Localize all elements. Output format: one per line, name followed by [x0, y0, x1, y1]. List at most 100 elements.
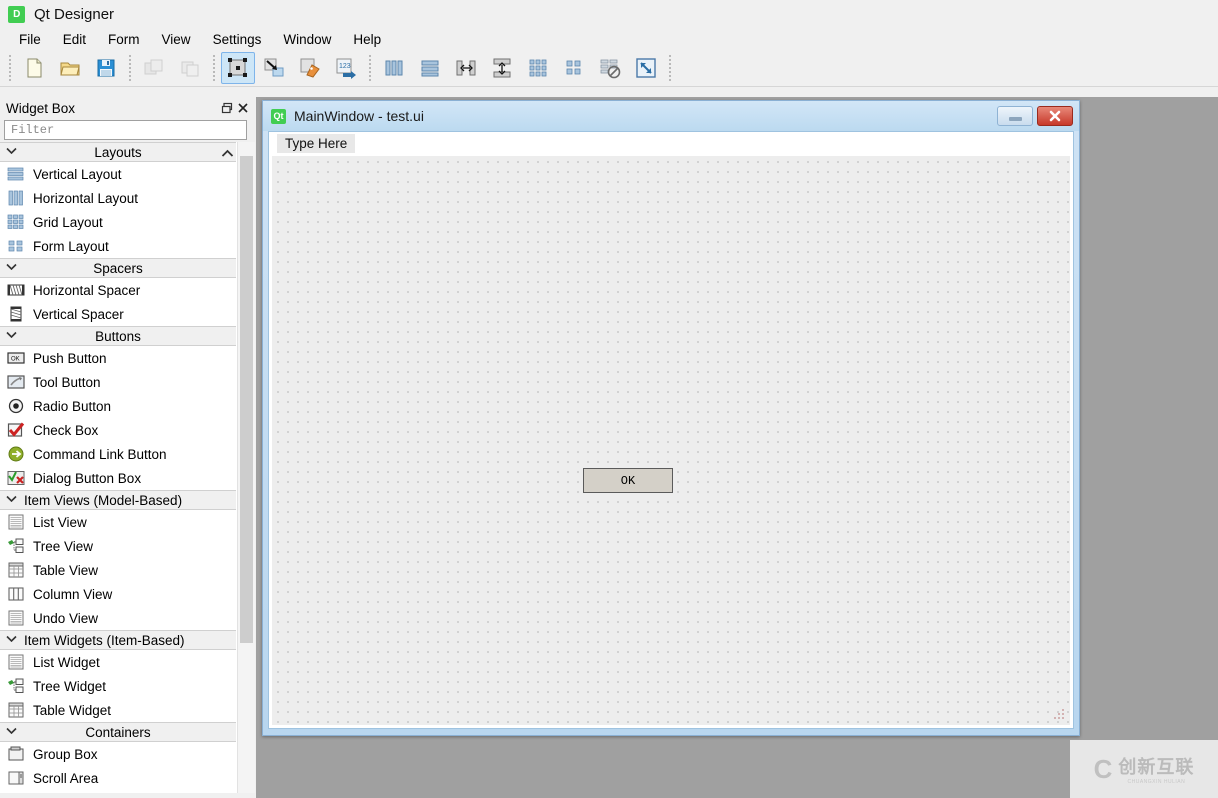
float-icon[interactable]	[219, 100, 235, 116]
new-form-icon[interactable]	[17, 52, 51, 84]
widget-list-item[interactable]: Radio Button	[0, 394, 236, 418]
close-button[interactable]	[1037, 106, 1073, 126]
watermark-text: 创新互联 CHUANGXIN HULIAN	[1118, 753, 1194, 785]
layout-horizontal-icon[interactable]	[377, 52, 411, 84]
widget-item-label: Grid Layout	[33, 214, 103, 230]
widget-list-item[interactable]: Form Layout	[0, 234, 236, 258]
application-titlebar: D Qt Designer	[0, 0, 1218, 28]
splitter-horizontal-icon[interactable]	[449, 52, 483, 84]
widget-item-label: Tree Widget	[33, 678, 107, 694]
toolbar-separator	[213, 55, 215, 81]
table-view-icon	[5, 561, 27, 579]
tree-view-icon	[5, 537, 27, 555]
ok-push-button[interactable]: OK	[583, 468, 673, 493]
widget-box-dock: Widget Box Layouts Vertical Layout Horizon…	[0, 97, 255, 798]
save-floppy-icon[interactable]	[89, 52, 123, 84]
widget-list-item[interactable]: Column View	[0, 582, 236, 606]
scroll-area-icon	[5, 769, 27, 787]
widget-group-label: Item Views (Model-Based)	[24, 492, 183, 508]
menubar-type-here-placeholder[interactable]: Type Here	[277, 133, 356, 153]
widget-list-item[interactable]: Dialog Button Box	[0, 466, 236, 490]
undo-icon[interactable]	[137, 52, 171, 84]
break-layout-icon[interactable]	[593, 52, 627, 84]
form-canvas[interactable]: OK	[272, 156, 1070, 725]
widget-group-header[interactable]: Spacers	[0, 258, 236, 278]
search-input[interactable]	[9, 122, 242, 138]
widget-group-header[interactable]: Buttons	[0, 326, 236, 346]
widget-group-header[interactable]: Containers	[0, 722, 236, 742]
widget-item-label: Scroll Area	[33, 770, 99, 786]
widget-list-item[interactable]: List Widget	[0, 650, 236, 674]
edit-widgets-icon[interactable]	[221, 52, 255, 84]
widget-list-item[interactable]: Vertical Spacer	[0, 302, 236, 326]
edit-tab-order-icon[interactable]: 123	[329, 52, 363, 84]
widget-list-item[interactable]: Group Box	[0, 742, 236, 766]
grid-layout-icon	[5, 213, 27, 231]
menu-edit[interactable]: Edit	[52, 30, 97, 49]
widget-list-item[interactable]: Undo View	[0, 606, 236, 630]
widget-list-item[interactable]: Check Box	[0, 418, 236, 442]
widget-list-item[interactable]: Table Widget	[0, 698, 236, 722]
widget-group-header[interactable]: Item Widgets (Item-Based)	[0, 630, 236, 650]
form-menubar[interactable]: Type Here	[269, 132, 1073, 154]
widget-list-item[interactable]: Scroll Area	[0, 766, 236, 790]
form-window-title: MainWindow - test.ui	[294, 108, 424, 124]
scroll-up-arrow-icon[interactable]	[221, 146, 234, 161]
adjust-size-icon[interactable]	[629, 52, 663, 84]
open-folder-icon[interactable]	[53, 52, 87, 84]
widget-group-header[interactable]: Layouts	[0, 142, 236, 162]
form-window-body: Type Here OK	[268, 131, 1074, 729]
widget-box-titlebar: Widget Box	[0, 97, 255, 119]
list-view-icon	[5, 513, 27, 531]
widget-item-label: Horizontal Layout	[33, 190, 139, 206]
layout-vertical-icon[interactable]	[413, 52, 447, 84]
minimize-button[interactable]	[997, 106, 1033, 126]
widget-list-item[interactable]: Command Link Button	[0, 442, 236, 466]
qt-designer-window: D Qt Designer File Edit Form View Settin…	[0, 0, 1218, 798]
menu-view[interactable]: View	[151, 30, 202, 49]
form-window-titlebar[interactable]: Qt MainWindow - test.ui	[263, 101, 1079, 131]
toolbar-separator	[669, 55, 671, 81]
scrollbar-thumb[interactable]	[240, 156, 253, 643]
form-window-controls	[997, 106, 1079, 126]
widget-list-item[interactable]: Tree View	[0, 534, 236, 558]
minimize-icon	[1008, 117, 1022, 121]
resize-grip[interactable]	[1054, 709, 1067, 722]
widget-group-header[interactable]: Item Views (Model-Based)	[0, 490, 236, 510]
menu-settings[interactable]: Settings	[202, 30, 273, 49]
widget-item-label: Tool Button	[33, 374, 101, 390]
menu-form[interactable]: Form	[97, 30, 151, 49]
widget-item-label: Vertical Layout	[33, 166, 122, 182]
widget-list-item[interactable]: List View	[0, 510, 236, 534]
widget-item-label: Table Widget	[33, 702, 112, 718]
widget-list-item[interactable]: Horizontal Spacer	[0, 278, 236, 302]
widget-item-label: Vertical Spacer	[33, 306, 124, 322]
menu-help[interactable]: Help	[342, 30, 392, 49]
close-icon[interactable]	[235, 100, 251, 116]
menu-window[interactable]: Window	[272, 30, 342, 49]
close-x-icon	[1049, 110, 1061, 122]
widget-item-label: Dialog Button Box	[33, 470, 142, 486]
widget-box-scrollbar[interactable]	[237, 142, 255, 793]
widget-item-label: Tree View	[33, 538, 94, 554]
layout-grid-icon[interactable]	[521, 52, 555, 84]
edit-buddies-icon[interactable]	[293, 52, 327, 84]
widget-list-item[interactable]: Tool Button	[0, 370, 236, 394]
widget-item-label: List Widget	[33, 654, 100, 670]
menu-file[interactable]: File	[8, 30, 52, 49]
widget-list-item[interactable]: Horizontal Layout	[0, 186, 236, 210]
edit-signals-slots-icon[interactable]	[257, 52, 291, 84]
column-view-icon	[5, 585, 27, 603]
redo-icon[interactable]	[173, 52, 207, 84]
widget-list-item[interactable]: Table View	[0, 558, 236, 582]
widget-list-item[interactable]: Vertical Layout	[0, 162, 236, 186]
widget-list-item[interactable]: Tree Widget	[0, 674, 236, 698]
widget-item-label: Radio Button	[33, 398, 112, 414]
layout-form-icon[interactable]	[557, 52, 591, 84]
widget-list-item[interactable]: Grid Layout	[0, 210, 236, 234]
splitter-vertical-icon[interactable]	[485, 52, 519, 84]
horizontal-spacer-icon	[5, 281, 27, 299]
widget-list-item[interactable]: OK Push Button	[0, 346, 236, 370]
undo-view-icon	[5, 609, 27, 627]
filter-field-wrapper[interactable]	[4, 120, 247, 140]
